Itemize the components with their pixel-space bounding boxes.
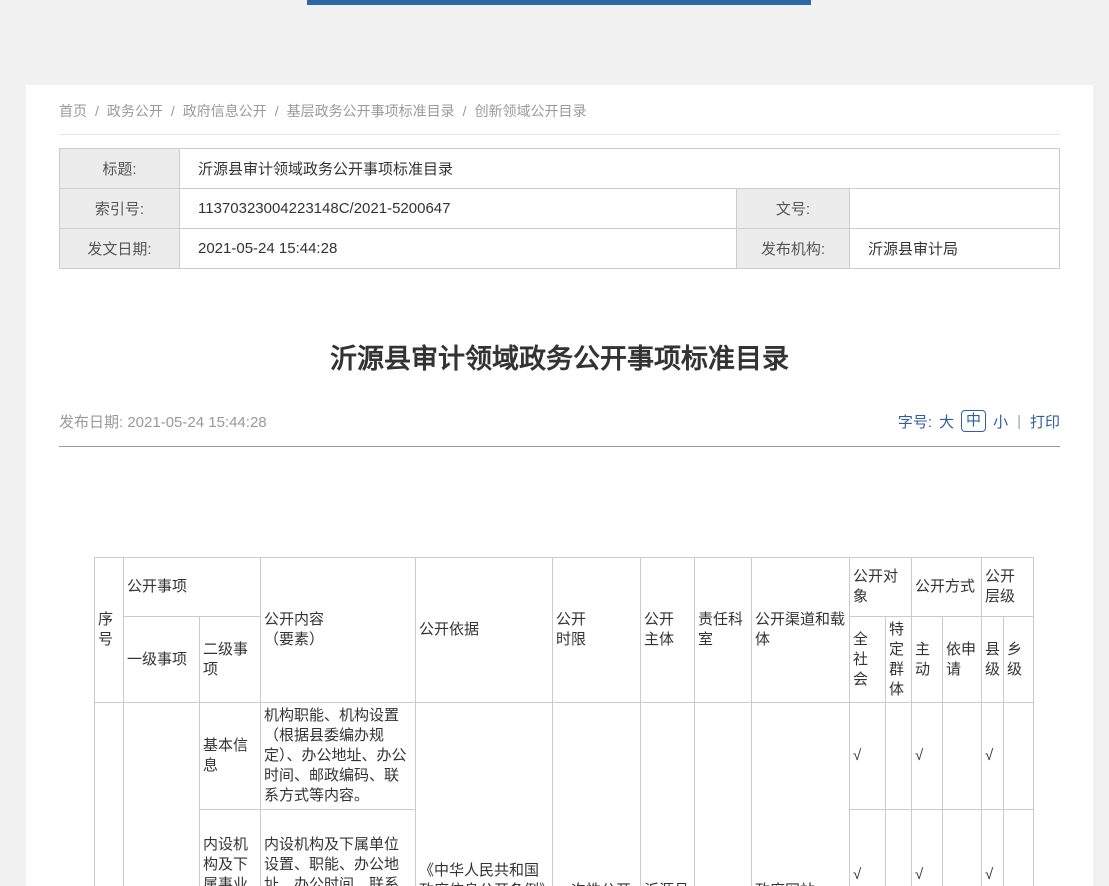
breadcrumb-item-xinxi[interactable]: 政府信息公开 <box>183 103 267 119</box>
meta-docno-value <box>850 189 1060 229</box>
font-size-medium-button[interactable]: 中 <box>961 410 986 432</box>
divider-bar: | <box>1017 413 1021 430</box>
cell-check-specific <box>886 810 912 886</box>
th-level2: 二级事 项 <box>200 617 261 703</box>
th-method-active: 主 动 <box>912 617 943 703</box>
th-audience-specific: 特 定 群 体 <box>886 617 912 703</box>
meta-index-value: 11370323004223148C/2021-5200647 <box>180 189 737 229</box>
cell-check-request <box>943 810 982 886</box>
th-level-town: 乡 级 <box>1004 617 1034 703</box>
th-subject: 公开 主体 <box>641 558 695 703</box>
meta-row-title: 标题: 沂源县审计领域政务公开事项标准目录 <box>60 149 1060 189</box>
th-method-group: 公开方式 <box>912 558 982 617</box>
th-content: 公开内容 （要素） <box>261 558 416 703</box>
meta-title-label: 标题: <box>60 149 180 189</box>
meta-docno-label: 文号: <box>737 189 850 229</box>
cell-check-county: √ <box>982 703 1004 810</box>
cell-time-limit: 一次性公开并动态调整 <box>553 703 641 886</box>
cell-check-all: √ <box>850 703 886 810</box>
page-title: 沂源县审计领域政务公开事项标准目录 <box>59 341 1060 377</box>
catalog-header-row-1: 序 号 公开事项 公开内容 （要素） 公开依据 公开 时限 公开 主体 责任科 … <box>95 558 1034 617</box>
meta-title-value: 沂源县审计领域政务公开事项标准目录 <box>180 149 1060 189</box>
content-card: 首页 / 政务公开 / 政府信息公开 / 基层政务公开事项标准目录 / 创新领域公开目录 标题:… <box>26 85 1093 886</box>
th-level-group: 公开 层级 <box>982 558 1034 617</box>
cell-channel: 政府网站 公开查阅点 <box>752 703 850 886</box>
breadcrumb-item-chuangxin[interactable]: 创新领域公开目录 <box>475 103 587 119</box>
cell-check-county: √ <box>982 810 1004 886</box>
page: 首页 / 政务公开 / 政府信息公开 / 基层政务公开事项标准目录 / 创新领域公开目录 标题:… <box>0 0 1109 886</box>
font-size-large-button[interactable]: 大 <box>939 411 954 432</box>
font-size-small-button[interactable]: 小 <box>993 411 1008 432</box>
cell-seq <box>95 703 124 886</box>
breadcrumb-separator: / <box>463 103 467 119</box>
th-time-limit: 公开 时限 <box>553 558 641 703</box>
breadcrumb-separator: / <box>275 103 279 119</box>
meta-row-index: 索引号: 11370323004223148C/2021-5200647 文号: <box>60 189 1060 229</box>
top-nav-highlight-bar <box>307 0 811 5</box>
cell-subject: 沂源县审计局 <box>641 703 695 886</box>
meta-date-label: 发文日期: <box>60 229 180 269</box>
breadcrumb-separator: / <box>171 103 175 119</box>
font-size-control: 字号: 大 中 小 | 打印 <box>898 410 1060 432</box>
th-channel: 公开渠道和载 体 <box>752 558 850 703</box>
meta-row-date: 发文日期: 2021-05-24 15:44:28 发布机构: 沂源县审计局 <box>60 229 1060 269</box>
th-seq: 序 号 <box>95 558 124 703</box>
cell-dept: 办公室 <box>695 703 752 886</box>
th-dept: 责任科 室 <box>695 558 752 703</box>
meta-org-label: 发布机构: <box>737 229 850 269</box>
meta-index-label: 索引号: <box>60 189 180 229</box>
cell-check-specific <box>886 703 912 810</box>
document-meta-table: 标题: 沂源县审计领域政务公开事项标准目录 索引号: 1137032300422… <box>59 148 1060 269</box>
cell-content: 内设机构及下属单位设置、职能、办公地址、办公时间、联系方式、负责人姓名等 <box>261 810 416 886</box>
cell-level2: 内设机构及下属事业单位 <box>200 810 261 886</box>
publish-date: 发布日期: 2021-05-24 15:44:28 <box>59 411 267 432</box>
th-audience-all: 全社 会 <box>850 617 886 703</box>
print-button[interactable]: 打印 <box>1030 411 1060 432</box>
cell-check-town <box>1004 703 1034 810</box>
th-audience-group: 公开对 象 <box>850 558 912 617</box>
cell-content: 机构职能、机构设置（根据县委编办规定）、办公地址、办公时间、邮政编码、联系方式等… <box>261 703 416 810</box>
font-size-label: 字号: <box>898 411 932 432</box>
breadcrumb-item-jiceng[interactable]: 基层政务公开事项标准目录 <box>287 103 455 119</box>
breadcrumb: 首页 / 政务公开 / 政府信息公开 / 基层政务公开事项标准目录 / 创新领域公开目录 <box>59 85 1060 135</box>
cell-check-active: √ <box>912 703 943 810</box>
th-level1: 一级事项 <box>124 617 200 703</box>
publish-date-label: 发布日期: <box>59 414 123 431</box>
breadcrumb-separator: / <box>95 103 99 119</box>
cell-check-all: √ <box>850 810 886 886</box>
th-basis: 公开依据 <box>416 558 553 703</box>
meta-org-value: 沂源县审计局 <box>850 229 1060 269</box>
cell-basis: 《中华人民共和国政府信息公开条例》（国务院令第711号） <box>416 703 553 886</box>
th-method-request: 依申 请 <box>943 617 982 703</box>
cell-check-active: √ <box>912 810 943 886</box>
article-meta-row: 发布日期: 2021-05-24 15:44:28 字号: 大 中 小 | 打印 <box>59 410 1060 447</box>
breadcrumb-item-home[interactable]: 首页 <box>59 103 87 119</box>
cell-level1 <box>124 703 200 886</box>
publish-date-value: 2021-05-24 15:44:28 <box>127 414 266 431</box>
th-item-group: 公开事项 <box>124 558 261 617</box>
breadcrumb-item-zhengwu[interactable]: 政务公开 <box>107 103 163 119</box>
cell-level2: 基本信息 <box>200 703 261 810</box>
catalog-table: 序 号 公开事项 公开内容 （要素） 公开依据 公开 时限 公开 主体 责任科 … <box>94 557 1034 886</box>
cell-check-request <box>943 703 982 810</box>
cell-check-town <box>1004 810 1034 886</box>
th-level-county: 县 级 <box>982 617 1004 703</box>
table-row: 基本信息 机构职能、机构设置（根据县委编办规定）、办公地址、办公时间、邮政编码、… <box>95 703 1034 810</box>
meta-date-value: 2021-05-24 15:44:28 <box>180 229 737 269</box>
